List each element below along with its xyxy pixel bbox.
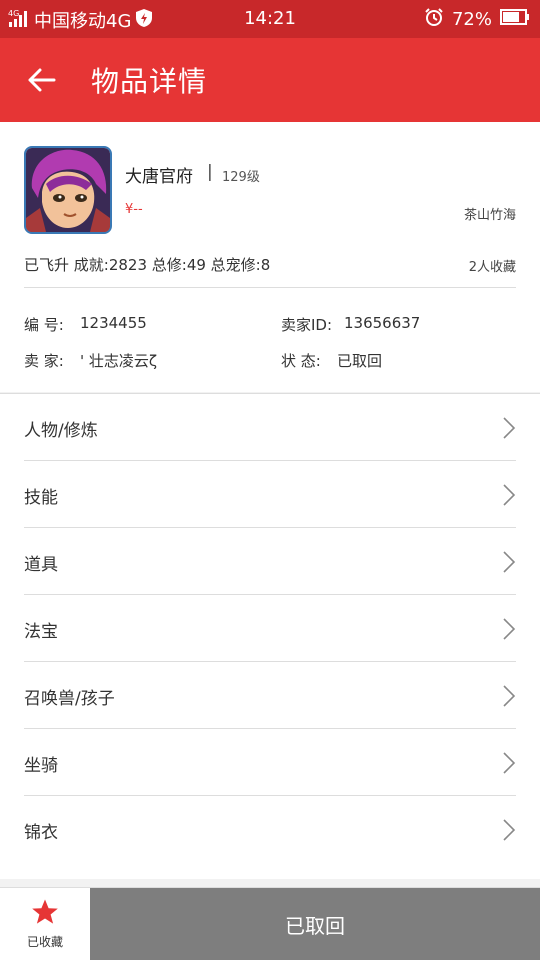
menu-item-items[interactable]: 道具: [24, 528, 516, 595]
app-header: 物品详情: [0, 38, 540, 122]
menu-item-label: 锦衣: [24, 823, 58, 843]
chevron-right-icon: [503, 551, 516, 573]
chevron-right-icon: [503, 484, 516, 506]
status-label: 状 态:: [281, 352, 321, 370]
back-arrow-icon: [28, 68, 56, 92]
menu-item-pets[interactable]: 召唤兽/孩子: [24, 662, 516, 729]
favorite-button[interactable]: 已收藏: [0, 888, 90, 960]
alarm-icon: [424, 7, 444, 32]
menu-item-label: 召唤兽/孩子: [24, 689, 115, 709]
seller-id-label: 卖家ID:: [281, 316, 333, 334]
seller-id-value: 13656637: [344, 314, 421, 332]
seller-value: ' 壮志凌云ζ: [80, 352, 158, 370]
menu-item-outfits[interactable]: 锦衣: [24, 796, 516, 862]
character-portrait-icon: [26, 148, 110, 232]
battery-icon: [500, 8, 530, 31]
menu-item-mounts[interactable]: 坐骑: [24, 729, 516, 796]
star-icon: [32, 899, 58, 924]
character-level: 129级: [222, 170, 260, 185]
chevron-right-icon: [503, 417, 516, 439]
status-bar: 4G 中国移动4G 14:21 72%: [0, 0, 540, 38]
chevron-right-icon: [503, 819, 516, 841]
item-price: ¥--: [125, 202, 143, 217]
item-id-value: 1234455: [80, 314, 147, 332]
favorite-label: 已收藏: [26, 935, 63, 949]
menu-item-label: 人物/修炼: [24, 421, 98, 441]
detail-menu: 人物/修炼 技能 道具 法宝 召唤兽/孩子 坐骑 锦衣: [0, 393, 540, 879]
menu-item-label: 法宝: [24, 622, 58, 642]
seller-label: 卖 家:: [24, 352, 64, 370]
page-title: 物品详情: [91, 65, 208, 98]
chevron-right-icon: [503, 618, 516, 640]
chevron-right-icon: [503, 752, 516, 774]
status-value: 已取回: [337, 352, 383, 370]
favorite-count: 2人收藏: [468, 260, 516, 275]
item-id-label: 编 号:: [24, 316, 64, 334]
menu-item-label: 坐骑: [24, 756, 58, 776]
menu-item-label: 技能: [24, 488, 58, 508]
menu-item-treasures[interactable]: 法宝: [24, 595, 516, 662]
name-separator: |: [207, 162, 213, 182]
retrieved-status-button[interactable]: 已取回: [90, 888, 540, 960]
divider: [24, 287, 516, 288]
menu-item-label: 道具: [24, 555, 58, 575]
character-stats: 已飞升 成就:2823 总修:49 总宠修:8: [24, 256, 271, 274]
back-button[interactable]: [26, 62, 62, 98]
server-name: 茶山竹海: [463, 208, 516, 223]
school-name: 大唐官府: [125, 167, 193, 187]
menu-item-character[interactable]: 人物/修炼: [24, 394, 516, 461]
character-avatar[interactable]: [24, 146, 112, 234]
bottom-bar: 已收藏 已取回: [0, 887, 540, 960]
status-right: 72%: [424, 7, 530, 32]
chevron-right-icon: [503, 685, 516, 707]
item-card: 大唐官府 | 129级 ¥-- 茶山竹海 已飞升 成就:2823 总修:49 总…: [0, 122, 540, 392]
menu-item-skills[interactable]: 技能: [24, 461, 516, 528]
battery-percent: 72%: [451, 9, 492, 30]
